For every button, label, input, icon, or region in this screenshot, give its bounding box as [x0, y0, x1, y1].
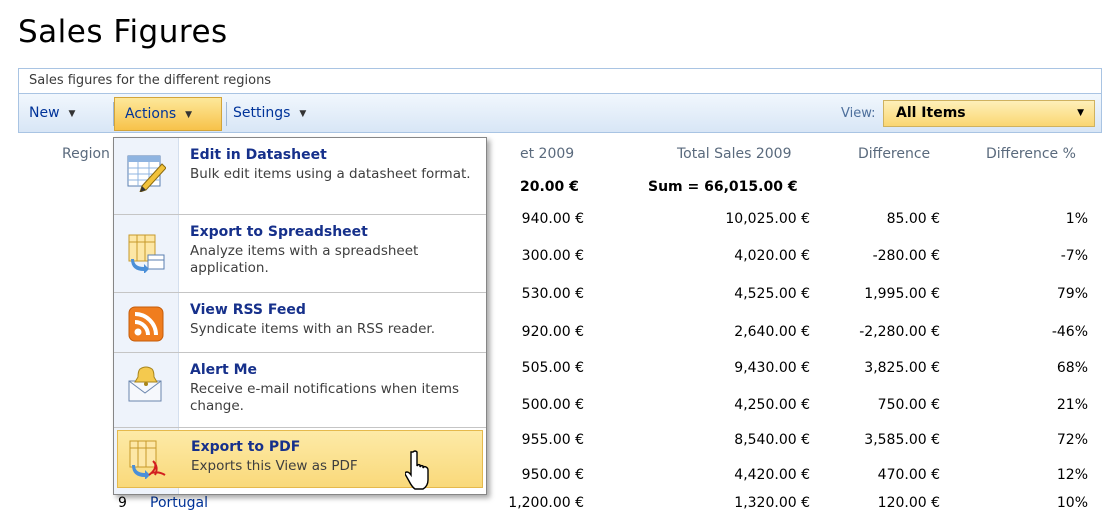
new-menu-button[interactable]: New ▼	[23, 101, 109, 125]
menu-item-title: Edit in Datasheet	[190, 147, 327, 163]
cell-total-sales: 4,420.00 €	[734, 467, 810, 483]
cell-difference: 85.00 €	[886, 211, 940, 227]
menu-item-edit-in-datasheet[interactable]: Edit in Datasheet Bulk edit items using …	[114, 138, 486, 215]
menu-item-title: Alert Me	[190, 362, 258, 378]
cell-difference: 1,995.00 €	[864, 286, 940, 302]
settings-menu-button[interactable]: Settings ▼	[227, 101, 337, 125]
settings-label: Settings	[233, 105, 291, 121]
actions-dropdown-menu: Edit in Datasheet Bulk edit items using …	[113, 137, 487, 495]
cell-total-sales: 2,640.00 €	[734, 324, 810, 340]
menu-item-view-rss-feed[interactable]: View RSS Feed Syndicate items with an RS…	[114, 293, 486, 353]
cell-total-sales: 4,525.00 €	[734, 286, 810, 302]
cell-difference: -2,280.00 €	[859, 324, 940, 340]
actions-label: Actions	[125, 106, 177, 122]
chevron-down-icon: ▼	[299, 109, 307, 119]
menu-item-alert-me[interactable]: Alert Me Receive e-mail notifications wh…	[114, 353, 486, 428]
column-header-difference-pct[interactable]: Difference %	[986, 146, 1076, 162]
cell-total-sales: 9,430.00 €	[734, 360, 810, 376]
menu-item-description: Receive e-mail notifications when items …	[190, 381, 460, 414]
menu-item-export-to-spreadsheet[interactable]: Export to Spreadsheet Analyze items with…	[114, 215, 486, 293]
menu-item-title: View RSS Feed	[190, 302, 306, 318]
total-sales: Sum = 66,015.00 €	[648, 179, 798, 195]
spreadsheet-icon	[128, 234, 165, 273]
chevron-down-icon: ▼	[185, 110, 193, 120]
cell-difference-pct: 12%	[1056, 467, 1088, 483]
list-toolbar: New ▼ Actions ▼ Settings ▼ View: All Items …	[18, 93, 1102, 133]
cell-total-sales: 8,540.00 €	[734, 432, 810, 448]
menu-item-description: Syndicate items with an RSS reader.	[190, 321, 436, 337]
cell-total-sales: 10,025.00 €	[725, 211, 810, 227]
cell-difference-pct: -46%	[1051, 324, 1088, 340]
cell-difference-pct: 21%	[1056, 397, 1088, 413]
total-budget: 20.00 €	[520, 179, 579, 195]
menu-item-title: Export to Spreadsheet	[190, 224, 368, 240]
page-title: Sales Figures	[18, 14, 228, 50]
menu-item-description: Analyze items with a spreadsheet applica…	[190, 243, 419, 276]
column-header-total-sales[interactable]: Total Sales 2009	[677, 146, 792, 162]
cell-total-sales: 4,020.00 €	[734, 248, 810, 264]
cell-difference-pct: 1%	[1065, 211, 1088, 227]
view-selector[interactable]: All Items ▼	[883, 100, 1095, 127]
pdf-export-icon	[129, 440, 166, 479]
cell-region[interactable]: Portugal	[150, 495, 208, 511]
view-selected-value: All Items	[896, 105, 966, 121]
view-label: View:	[841, 106, 876, 121]
menu-item-title: Export to PDF	[191, 439, 301, 455]
cell-difference-pct: 68%	[1056, 360, 1088, 376]
cell-difference-pct: 10%	[1056, 495, 1088, 511]
list-description: Sales figures for the different regions	[18, 68, 1102, 93]
cell-difference: -280.00 €	[872, 248, 940, 264]
menu-item-description: Exports this View as PDF	[191, 458, 358, 474]
chevron-down-icon: ▼	[68, 109, 76, 119]
cell-difference: 3,825.00 €	[864, 360, 940, 376]
cell-difference: 3,585.00 €	[864, 432, 940, 448]
new-label: New	[29, 105, 60, 121]
cell-total-sales: 1,320.00 €	[734, 495, 810, 511]
column-header-region[interactable]: Region I	[62, 146, 119, 162]
rss-icon	[128, 306, 164, 342]
cell-region-id: 9	[118, 495, 127, 511]
menu-item-description: Bulk edit items using a datasheet format…	[190, 166, 471, 182]
cell-budget: 1,200.00 €	[508, 495, 584, 511]
datasheet-icon	[127, 155, 166, 192]
cell-difference-pct: 79%	[1056, 286, 1088, 302]
column-header-difference[interactable]: Difference	[858, 146, 930, 162]
cell-total-sales: 4,250.00 €	[734, 397, 810, 413]
cell-difference-pct: 72%	[1056, 432, 1088, 448]
actions-menu-button[interactable]: Actions ▼	[114, 97, 222, 131]
cell-difference: 470.00 €	[877, 467, 940, 483]
alert-icon	[128, 366, 162, 402]
cell-difference: 120.00 €	[877, 495, 940, 511]
chevron-down-icon: ▼	[1077, 108, 1084, 118]
column-header-budget[interactable]: et 2009	[520, 146, 574, 162]
hand-cursor-icon	[405, 450, 429, 490]
cell-difference-pct: -7%	[1060, 248, 1088, 264]
cell-difference: 750.00 €	[877, 397, 940, 413]
